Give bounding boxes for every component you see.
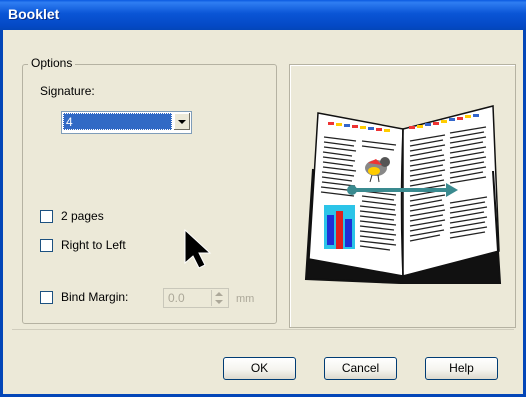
right-to-left-label[interactable]: Right to Left [61,238,126,252]
button-separator [12,329,514,330]
two-pages-checkbox[interactable] [40,210,53,223]
dialog-title: Booklet [8,6,60,22]
bind-margin-unit: mm [236,293,255,305]
bind-margin-checkbox[interactable] [40,291,53,304]
ok-button[interactable]: OK [223,357,296,380]
two-pages-label[interactable]: 2 pages [61,209,104,223]
options-group-label: Options [28,56,76,70]
signature-select[interactable]: 4 [61,111,192,134]
bind-margin-label[interactable]: Bind Margin: [61,290,128,304]
spinner-arrows[interactable] [211,290,227,306]
signature-selected-value: 4 [63,113,172,130]
booklet-preview [289,64,516,328]
spin-down-icon[interactable] [215,300,223,304]
window-frame-left [0,30,3,397]
help-button[interactable]: Help [425,357,498,380]
signature-label: Signature: [40,84,95,98]
bind-margin-spinner[interactable]: 0.0 [163,288,229,308]
dialog-titlebar[interactable]: Booklet [0,0,526,30]
right-to-left-checkbox[interactable] [40,239,53,252]
chevron-down-icon[interactable] [173,113,190,130]
mouse-pointer-icon [184,229,212,269]
bind-margin-value: 0.0 [168,291,185,305]
open-book-illustration [304,105,502,284]
spin-up-icon[interactable] [215,292,223,296]
options-groupbox [22,64,277,324]
cancel-button[interactable]: Cancel [324,357,397,380]
